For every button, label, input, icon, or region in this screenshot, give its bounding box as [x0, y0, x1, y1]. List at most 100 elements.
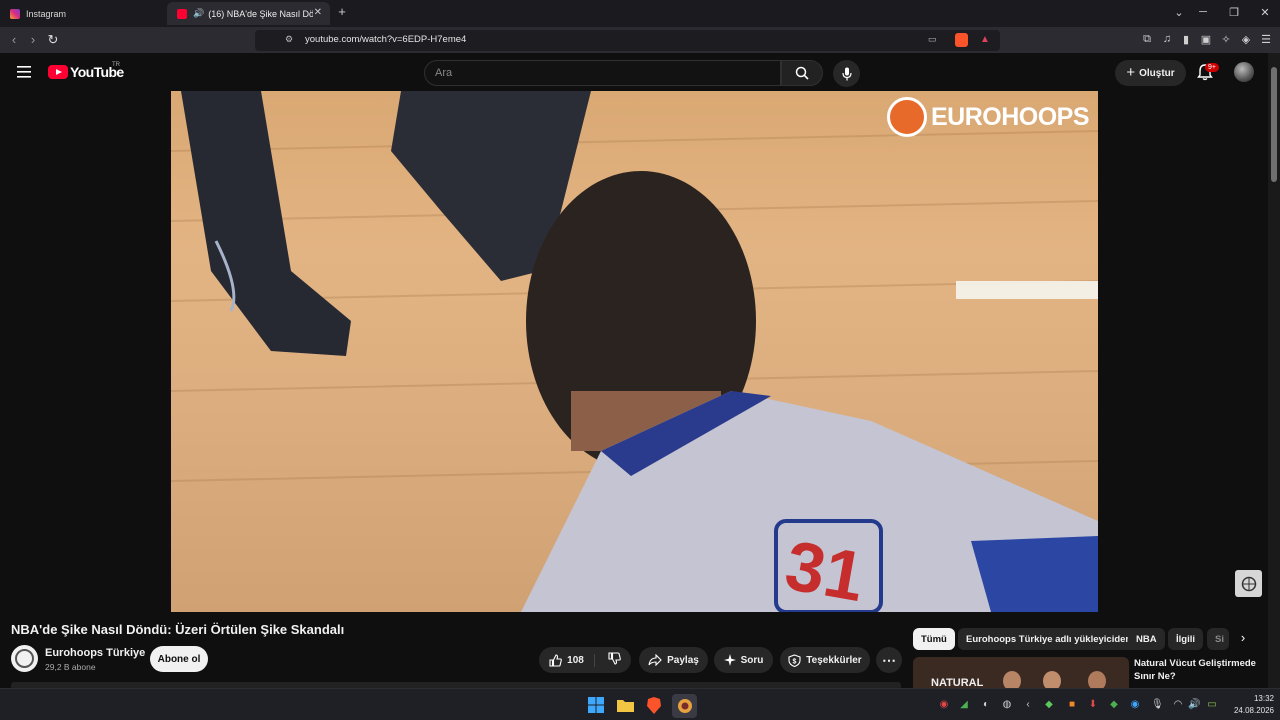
tab-label: Instagram [26, 8, 67, 19]
country-code: TR [112, 62, 120, 68]
tray-download-icon[interactable]: ⬇ [1087, 699, 1099, 710]
sidebar-icon[interactable]: ▮ [1179, 33, 1193, 46]
jersey-number: 31 [779, 525, 871, 612]
volume-icon[interactable]: 🔊 [1188, 699, 1200, 710]
youtube-header: YouTube TR + Oluştur [0, 53, 1268, 91]
eurohoops-watermark: EUROHOOPS [887, 97, 1090, 137]
more-actions-button[interactable]: ⋯ [876, 647, 902, 673]
tab-instagram[interactable]: Instagram [0, 2, 165, 25]
tab-youtube[interactable]: 🔊 (16) NBA'de Şike Nasıl Döndü ✕ [167, 2, 330, 25]
brave-shield-icon[interactable] [955, 33, 968, 47]
vpn-icon[interactable]: ◈ [1239, 33, 1253, 46]
tray-vpn-icon[interactable]: ◆ [1108, 699, 1120, 710]
svg-text:$: $ [793, 658, 797, 665]
tab-list-chevron-icon[interactable]: ⌄ [1171, 6, 1187, 19]
clock-date: 24.08.2026 [1233, 706, 1274, 715]
os-taskbar: ◉ ◢ ◐ ◍ ‹ ◆ ■ ⬇ ◆ ◉ 🎙 ◠ 🔊 ▭ 13:32 24.08.… [0, 688, 1280, 720]
tray-discord-icon[interactable]: ◍ [1001, 699, 1013, 710]
search-icon [795, 66, 809, 80]
new-tab-icon[interactable]: + [334, 4, 350, 19]
hamburger-menu-icon[interactable] [17, 66, 31, 78]
back-icon[interactable]: ‹ [6, 32, 22, 48]
search-input[interactable] [435, 67, 765, 79]
video-title: NBA'de Şike Nasıl Döndü: Üzeri Örtülen Ş… [11, 622, 345, 637]
channel-name[interactable]: Eurohoops Türkiye [45, 647, 145, 659]
chip-all[interactable]: Tümü [913, 628, 955, 650]
tray-update-icon[interactable]: ■ [1066, 699, 1078, 710]
like-dislike-group: 108 [539, 647, 631, 673]
channel-avatar[interactable] [11, 645, 38, 672]
share-label: Paylaş [667, 654, 699, 666]
close-tab-icon[interactable]: ✕ [314, 7, 322, 18]
tray-sync-icon[interactable]: ‹ [1022, 699, 1034, 710]
account-avatar[interactable] [1234, 62, 1254, 82]
file-explorer-icon[interactable] [614, 694, 636, 716]
scrollbar-thumb[interactable] [1271, 67, 1277, 182]
tray-app-icon[interactable]: ◉ [938, 699, 950, 710]
floating-ball-icon[interactable] [1235, 570, 1262, 597]
create-button[interactable]: + Oluştur [1115, 60, 1186, 86]
address-bar[interactable]: ⚙ youtube.com/watch?v=6EDP-H7eme4 ▭ ▲ [255, 30, 1000, 51]
brave-rewards-icon[interactable]: ▲ [980, 34, 990, 45]
recommendation-thumbnail[interactable]: NATURAL [913, 657, 1129, 688]
browser-toolbar: ‹ › ↻ 🔖 ⚙ youtube.com/watch?v=6EDP-H7eme… [0, 27, 1280, 53]
speaker-icon: 🔊 [193, 8, 205, 18]
chip-truncated[interactable]: Si [1207, 628, 1229, 650]
voice-search-button[interactable] [833, 60, 860, 87]
wallet-icon[interactable]: ▣ [1199, 33, 1213, 46]
create-label: Oluştur [1139, 67, 1175, 79]
notification-badge: 9+ [1205, 63, 1219, 72]
thumbnail-text: NATURAL [931, 677, 984, 688]
windows-start-icon[interactable] [585, 694, 607, 716]
video-frame [171, 91, 1098, 612]
browser-tab-bar: Instagram 🔊 (16) NBA'de Şike Nasıl Döndü… [0, 0, 1280, 27]
chevron-right-icon[interactable]: › [1232, 630, 1254, 650]
cast-icon[interactable]: ▭ [928, 34, 937, 45]
site-info-icon[interactable]: ⚙ [285, 34, 293, 45]
close-window-icon[interactable]: ✕ [1257, 6, 1273, 19]
system-clock[interactable]: 13:32 24.08.2026 [1224, 693, 1274, 717]
tray-steam-icon[interactable]: ◐ [980, 699, 992, 710]
tray-microphone-icon[interactable]: 🎙 [1151, 699, 1164, 710]
menu-icon[interactable]: ☰ [1259, 33, 1273, 46]
tray-security-icon[interactable]: ◉ [1129, 699, 1141, 710]
music-icon[interactable]: ♫ [1160, 33, 1174, 45]
dislike-button[interactable] [600, 652, 621, 668]
tray-antivirus-icon[interactable]: ◆ [1043, 699, 1055, 710]
battery-icon[interactable]: ▭ [1206, 699, 1218, 710]
super-thanks-icon: $ [788, 653, 801, 667]
youtube-logo[interactable]: YouTube TR [48, 62, 124, 80]
wifi-icon[interactable]: ◠ [1172, 699, 1184, 710]
like-button[interactable]: 108 [549, 653, 595, 667]
thumbs-up-icon [549, 653, 562, 667]
obs-app-icon[interactable] [672, 694, 697, 718]
extensions-icon[interactable]: ⧉ [1140, 33, 1154, 46]
thanks-button[interactable]: $ Teşekkürler [780, 647, 870, 673]
brave-browser-icon[interactable] [643, 694, 665, 716]
forward-icon[interactable]: › [25, 32, 41, 48]
maximize-icon[interactable]: ❐ [1226, 6, 1242, 19]
microphone-icon [841, 67, 852, 80]
search-button[interactable] [781, 60, 823, 86]
url-text: youtube.com/watch?v=6EDP-H7eme4 [305, 34, 467, 45]
more-horizontal-icon: ⋯ [882, 651, 896, 668]
page-scrollbar[interactable] [1268, 53, 1280, 688]
watermark-text: EUROHOOPS [931, 102, 1090, 131]
chip-nba[interactable]: NBA [1128, 628, 1165, 650]
minimize-icon[interactable]: ─ [1195, 6, 1211, 18]
subscribe-button[interactable]: Abone ol [150, 646, 208, 672]
youtube-icon [177, 8, 187, 19]
ask-button[interactable]: Soru [714, 647, 773, 673]
share-button[interactable]: Paylaş [639, 647, 708, 673]
share-icon [648, 654, 662, 666]
like-count: 108 [567, 654, 584, 666]
chip-related[interactable]: İlgili [1168, 628, 1203, 650]
subscriber-count: 29,2 B abone [45, 662, 96, 672]
youtube-play-icon [48, 65, 68, 79]
video-player[interactable]: 31 EUROHOOPS [171, 91, 1098, 612]
reload-icon[interactable]: ↻ [45, 32, 61, 48]
chip-from-uploader[interactable]: Eurohoops Türkiye adlı yükleyiciden [958, 628, 1140, 650]
recommendation-title[interactable]: Natural Vücut Geliştirmede Sınır Ne? [1134, 657, 1264, 683]
leo-ai-icon[interactable]: ✧ [1219, 33, 1233, 46]
tray-nvidia-icon[interactable]: ◢ [958, 699, 970, 710]
